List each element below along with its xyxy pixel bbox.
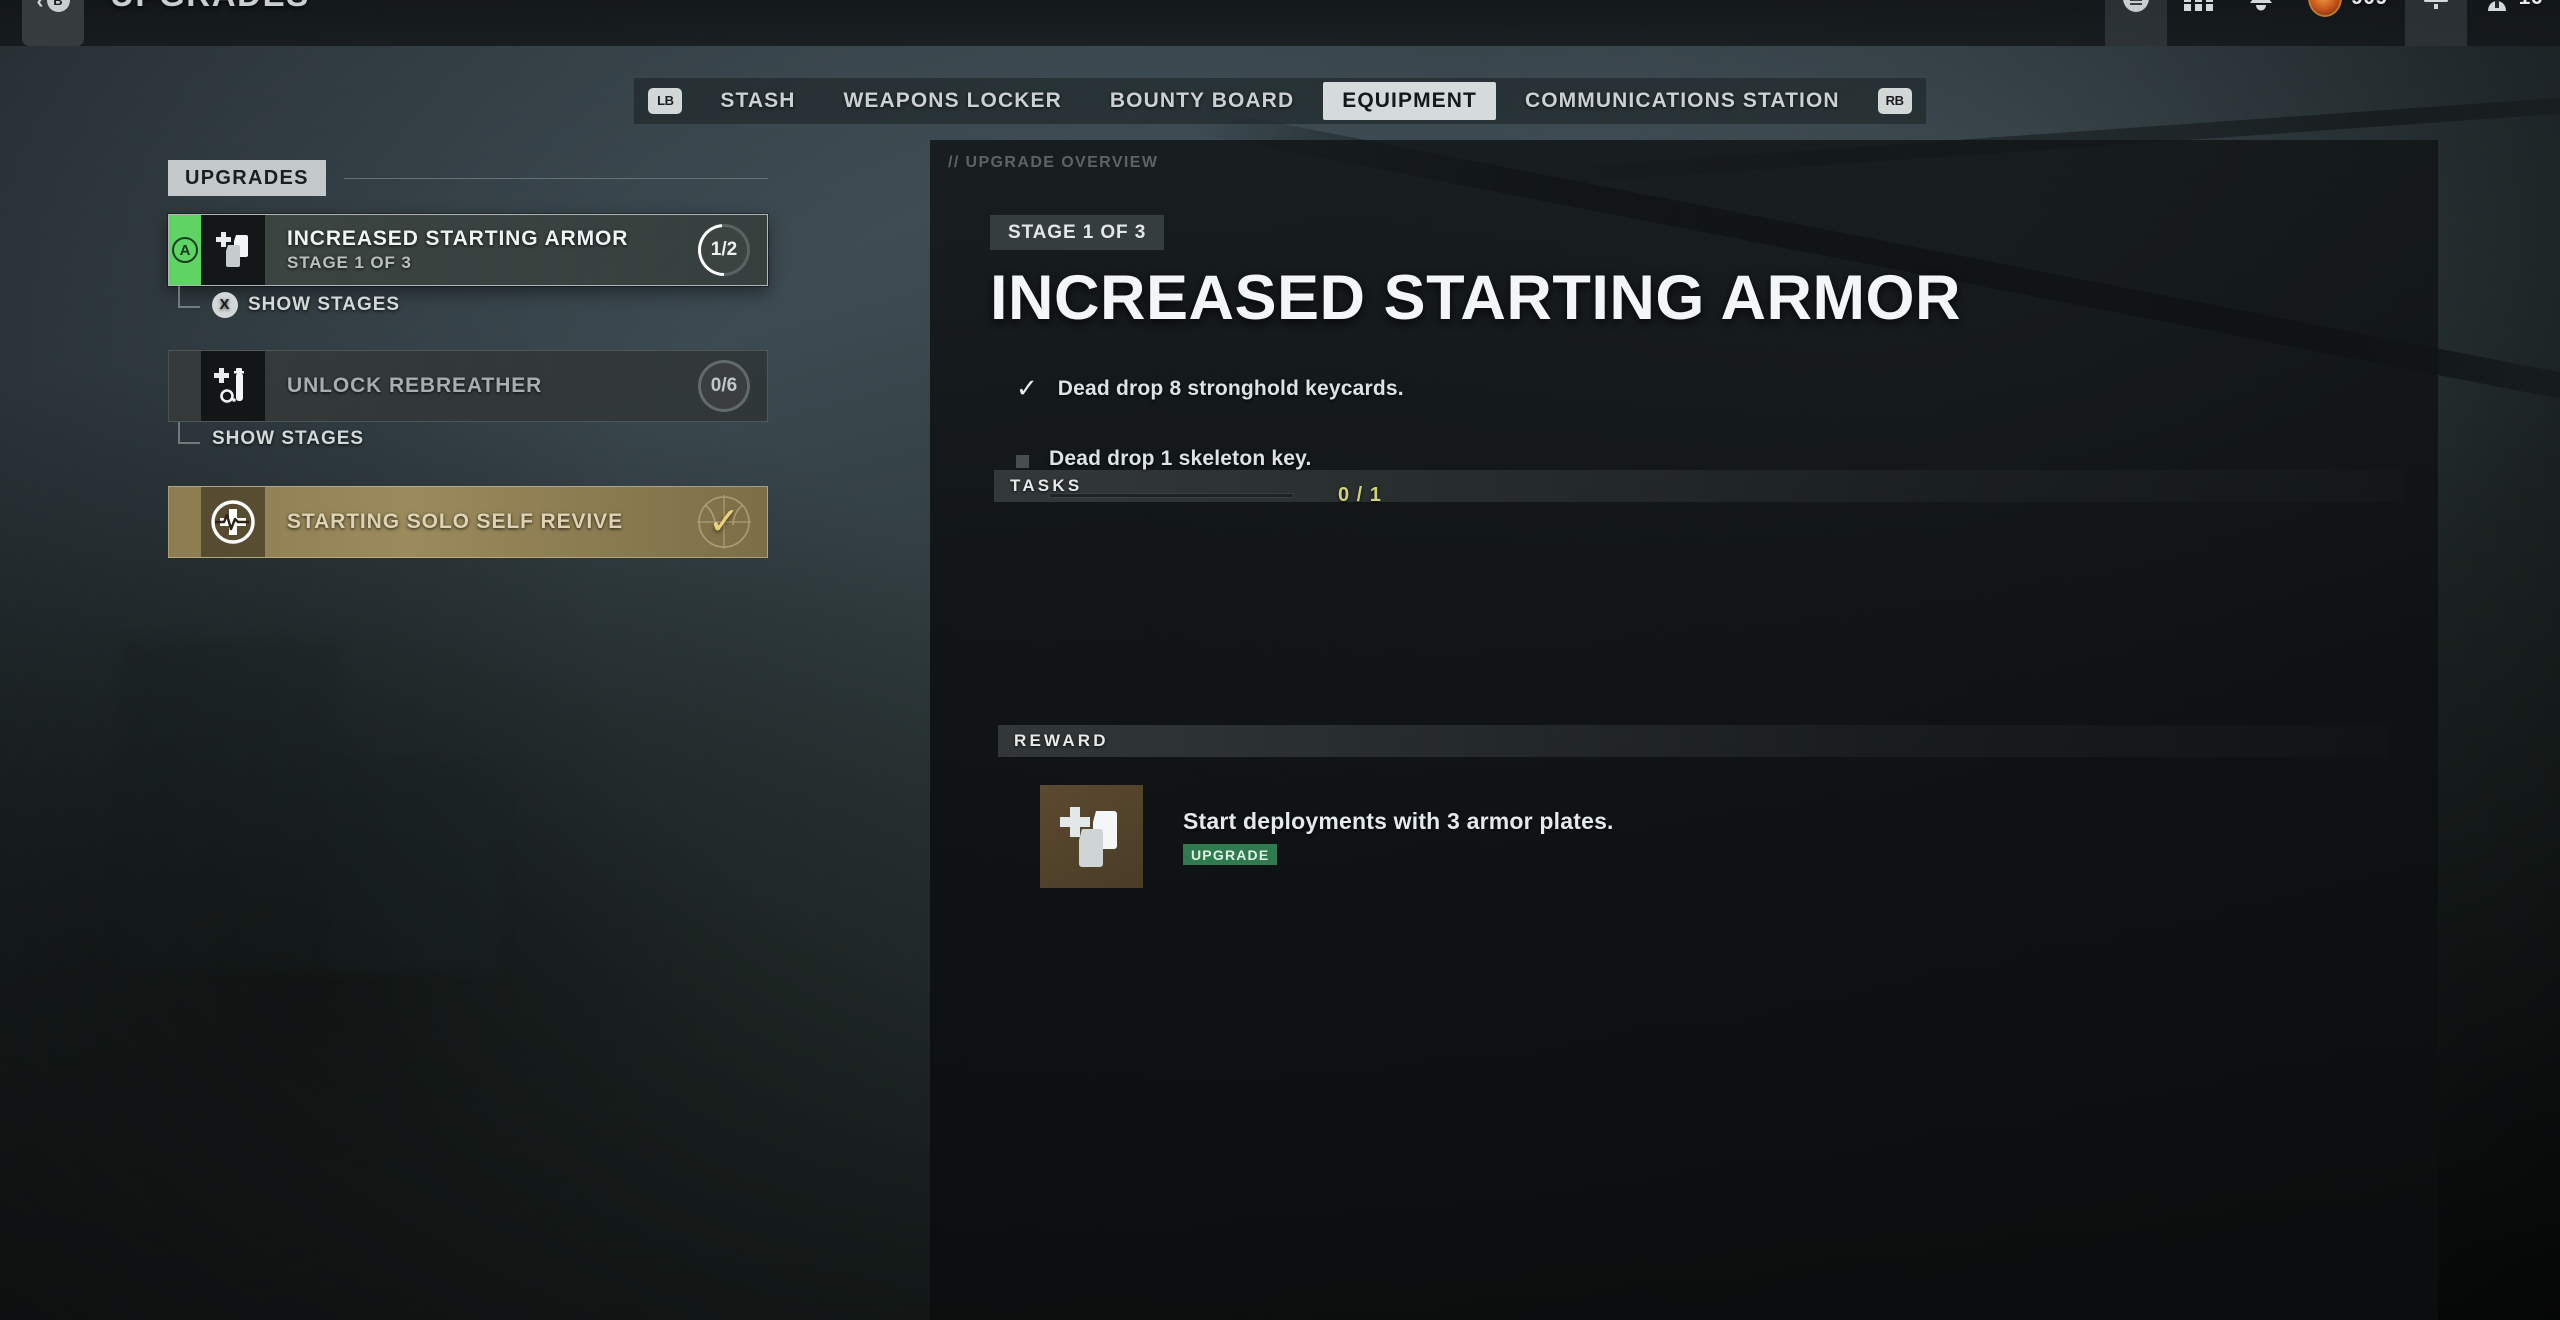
progress-value: 1/2	[710, 239, 738, 260]
show-stages-label: SHOW STAGES	[248, 294, 401, 315]
progress-ring: 0/6	[698, 360, 750, 412]
show-stages-label-group: SHOW STAGES	[212, 428, 364, 450]
task-count: 0 / 1	[1338, 484, 1382, 506]
a-button-hint: A	[169, 215, 201, 285]
grid-icon	[2184, 0, 2214, 11]
tab-bar: LB STASH WEAPONS LOCKER BOUNTY BOARD EQU…	[0, 78, 2560, 124]
x-button-icon: X	[212, 292, 238, 318]
reward-texts: Start deployments with 3 armor plates. U…	[1183, 808, 1614, 865]
elbow-connector-icon	[178, 286, 200, 308]
self-revive-icon	[201, 487, 265, 557]
hud-players[interactable]: 16	[2467, 0, 2560, 46]
hud-apps-button[interactable]	[2167, 0, 2231, 46]
oxygen-tank-icon	[201, 351, 265, 421]
sidebar-item-starting-solo-self-revive[interactable]: STARTING SOLO SELF REVIVE ✓	[168, 486, 768, 558]
show-stages-label-group: X SHOW STAGES	[212, 292, 400, 318]
task-body: Dead drop 8 stronghold keycards.	[1058, 377, 1404, 401]
sidebar-item-label: UNLOCK REBREATHER	[287, 374, 543, 397]
bell-icon	[2250, 0, 2273, 11]
completed-check-icon: ✓	[708, 501, 740, 543]
sidebar-item-text: INCREASED STARTING ARMOR STAGE 1 OF 3	[265, 215, 681, 285]
avatar	[2308, 0, 2343, 17]
sidebar-item-unlock-rebreather[interactable]: UNLOCK REBREATHER 0/6	[168, 350, 768, 422]
show-stages-row-armor[interactable]: X SHOW STAGES	[178, 286, 768, 332]
upgrade-detail-panel: // UPGRADE OVERVIEW STAGE 1 OF 3 INCREAS…	[930, 140, 2438, 1320]
divider	[343, 177, 768, 179]
task-progress: 0 / 1	[1049, 484, 1382, 507]
elbow-connector-icon	[178, 422, 200, 444]
reward-type-badge: UPGRADE	[1183, 844, 1278, 865]
right-bumper-icon[interactable]: RB	[1877, 88, 1912, 114]
back-button[interactable]: ‹ B	[22, 0, 84, 46]
hud-loadout-button[interactable]	[2105, 0, 2168, 46]
hud-currency[interactable]: 909	[2291, 0, 2405, 46]
b-button-icon: B	[46, 0, 70, 12]
sidebar-item-increased-starting-armor[interactable]: A INCREASED STARTING ARMOR STAGE 1 OF 3 …	[168, 214, 768, 286]
sidebar-item-label: STARTING SOLO SELF REVIVE	[287, 510, 623, 533]
sidebar-item-progress: 1/2	[681, 215, 767, 285]
sidebar-item-completed: ✓	[681, 487, 767, 557]
players-value: 16	[2519, 0, 2543, 10]
player-squad-icon	[2487, 0, 2506, 11]
hud-bar: 909 16	[2105, 0, 2560, 46]
tab-equipment[interactable]: EQUIPMENT	[1323, 82, 1496, 120]
hud-notifications-button[interactable]	[2231, 0, 2291, 46]
armor-plates-icon	[1040, 785, 1143, 888]
task-progress-bar	[1049, 493, 1294, 498]
top-bar: ‹ B UPGRADES	[0, 0, 2560, 46]
sidebar-item-subtitle: STAGE 1 OF 3	[287, 253, 412, 272]
progress-value: 0/6	[710, 375, 738, 396]
tab-stash[interactable]: STASH	[701, 82, 814, 120]
left-bumper-icon[interactable]: LB	[648, 88, 683, 114]
task-row: ✓ Dead drop 8 stronghold keycards.	[1016, 373, 1404, 403]
sidebar-item-text: STARTING SOLO SELF REVIVE	[265, 487, 681, 557]
task-text: Dead drop 1 skeleton key.	[1049, 447, 1312, 470]
detail-title: INCREASED STARTING ARMOR	[990, 263, 1961, 333]
chevron-left-icon: ‹	[36, 0, 44, 13]
stage-badge: STAGE 1 OF 3	[990, 215, 1165, 250]
show-stages-label: SHOW STAGES	[212, 428, 365, 449]
sidebar-item-progress: 0/6	[681, 351, 767, 421]
page-title: UPGRADES	[110, 0, 310, 14]
reward-description: Start deployments with 3 armor plates.	[1183, 808, 1614, 834]
upgrades-sidebar: UPGRADES A INCREASED STARTING ARMOR STAG…	[168, 160, 768, 558]
currency-value: 909	[2351, 0, 2388, 10]
check-icon: ✓	[1016, 373, 1038, 403]
show-stages-row-rebreather[interactable]: SHOW STAGES	[178, 422, 768, 468]
reward-label: REWARD	[1014, 731, 1109, 750]
task-row: Dead drop 1 skeleton key. 0 / 1	[1016, 447, 1382, 507]
a-button-icon: A	[172, 237, 198, 263]
tab-bounty-board[interactable]: BOUNTY BOARD	[1091, 82, 1313, 120]
sidebar-header: UPGRADES	[168, 160, 768, 196]
reward-item: Start deployments with 3 armor plates. U…	[1040, 785, 1614, 888]
loadout-icon	[2123, 0, 2149, 12]
task-body: Dead drop 1 skeleton key. 0 / 1	[1049, 447, 1382, 507]
sidebar-section-label: UPGRADES	[168, 160, 326, 196]
sidebar-item-text: UNLOCK REBREATHER	[265, 351, 681, 421]
checkbox-empty-icon	[1016, 455, 1029, 468]
hud-connection-button[interactable]	[2404, 0, 2467, 46]
sidebar-item-label: INCREASED STARTING ARMOR	[287, 227, 629, 250]
progress-ring: 1/2	[698, 224, 750, 276]
reward-section-header: REWARD	[998, 725, 2388, 757]
tab-communications-station[interactable]: COMMUNICATIONS STATION	[1506, 82, 1859, 120]
armor-plates-icon	[201, 215, 265, 285]
breadcrumb: // UPGRADE OVERVIEW	[948, 154, 1159, 171]
task-text: Dead drop 8 stronghold keycards.	[1057, 377, 1404, 400]
connection-icon	[2423, 0, 2448, 9]
tab-weapons-locker[interactable]: WEAPONS LOCKER	[824, 82, 1080, 120]
